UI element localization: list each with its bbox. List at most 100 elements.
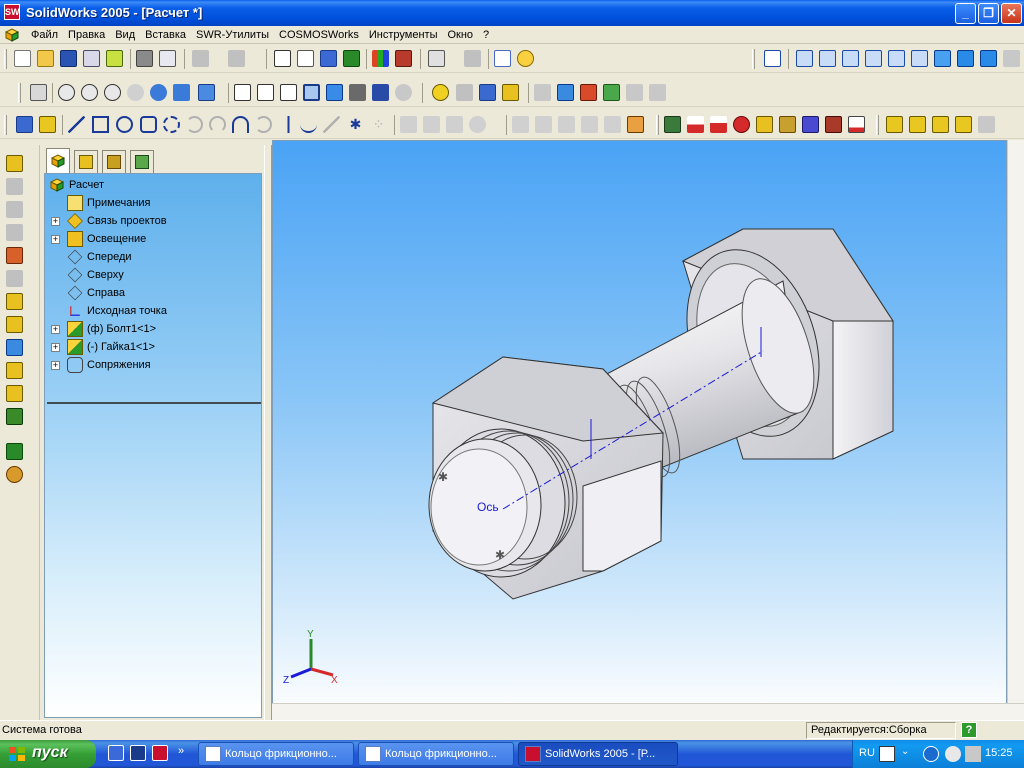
- select-arrow-icon[interactable]: [274, 50, 291, 67]
- save-quicklaunch-icon[interactable]: [130, 745, 146, 761]
- expand-icon[interactable]: +: [51, 235, 60, 244]
- taskbar-task[interactable]: Кольцо фрикционно...: [198, 742, 354, 766]
- move-sketch-icon[interactable]: [535, 116, 552, 133]
- solidworks-quicklaunch-icon[interactable]: [152, 745, 168, 761]
- edit-part-icon[interactable]: [6, 224, 23, 241]
- texture-icon[interactable]: [395, 50, 412, 67]
- rotate-sketch-icon[interactable]: [558, 116, 575, 133]
- dimetric-view-icon[interactable]: [980, 50, 997, 67]
- results-icon[interactable]: [802, 116, 819, 133]
- tab-cosmos[interactable]: [130, 150, 154, 174]
- tab-configuration-manager[interactable]: [102, 150, 126, 174]
- tree-item[interactable]: + (-) Гайка1<1>: [45, 338, 261, 356]
- print-preview-icon[interactable]: [159, 50, 176, 67]
- centerpoint-arc-icon[interactable]: [209, 116, 226, 133]
- tab-property-manager[interactable]: [74, 150, 98, 174]
- swr-utility-3-icon[interactable]: [932, 116, 949, 133]
- trim-icon[interactable]: [400, 116, 417, 133]
- force-icon[interactable]: [710, 116, 727, 133]
- tray-arrow-icon[interactable]: ⌄: [901, 746, 917, 762]
- rollback-bar[interactable]: [47, 402, 261, 404]
- options-icon[interactable]: [464, 50, 481, 67]
- front-view-icon[interactable]: [796, 50, 813, 67]
- tree-item[interactable]: Примечания: [45, 194, 261, 212]
- help-icon[interactable]: [517, 50, 534, 67]
- make-assembly-icon[interactable]: [106, 50, 123, 67]
- toolbar-grip[interactable]: [4, 49, 7, 69]
- offset-icon[interactable]: [323, 116, 340, 133]
- exploded-view-icon[interactable]: [6, 339, 23, 356]
- move-component-icon[interactable]: [6, 270, 23, 287]
- undo-icon[interactable]: [192, 50, 209, 67]
- tree-item[interactable]: + Освещение: [45, 230, 261, 248]
- properties-icon[interactable]: [494, 50, 511, 67]
- trimetric-view-icon[interactable]: [957, 50, 974, 67]
- menu-item-5[interactable]: COSMOSWorks: [274, 28, 364, 42]
- section-view-icon[interactable]: [479, 84, 496, 101]
- show-desktop-icon[interactable]: [108, 745, 124, 761]
- zoom-window-icon[interactable]: [81, 84, 98, 101]
- tree-item[interactable]: + Сопряжения: [45, 356, 261, 374]
- plot-icon[interactable]: [825, 116, 842, 133]
- explode-line-icon[interactable]: [6, 362, 23, 379]
- hidden-lines-removed-icon[interactable]: [280, 84, 297, 101]
- minimize-button[interactable]: _: [955, 3, 976, 24]
- help-tray-icon[interactable]: [879, 746, 895, 762]
- point-icon[interactable]: ✱: [347, 116, 364, 133]
- document-menu-icon[interactable]: [4, 27, 20, 43]
- polygon-tool-icon[interactable]: [140, 116, 157, 133]
- open-folder-icon[interactable]: [37, 50, 54, 67]
- mirror-icon[interactable]: [512, 116, 529, 133]
- vertical-scrollbar[interactable]: [1007, 140, 1024, 703]
- interference-icon[interactable]: [603, 84, 620, 101]
- realview-icon[interactable]: [395, 84, 412, 101]
- report-icon[interactable]: [649, 84, 666, 101]
- chamfer-sketch-icon[interactable]: [469, 116, 486, 133]
- axis-label[interactable]: Ось: [477, 500, 499, 514]
- shadows-icon[interactable]: [349, 84, 366, 101]
- hide-show-icon[interactable]: [6, 178, 23, 195]
- restraints-icon[interactable]: [687, 116, 704, 133]
- tangent-arc-icon[interactable]: [186, 116, 203, 133]
- new-document-icon[interactable]: [14, 50, 31, 67]
- pan-icon[interactable]: [173, 84, 190, 101]
- back-view-icon[interactable]: [819, 50, 836, 67]
- swr-utility-4-icon[interactable]: [955, 116, 972, 133]
- menu-item-7[interactable]: Окно: [442, 28, 478, 42]
- menu-item-0[interactable]: Файл: [26, 28, 63, 42]
- maximize-button[interactable]: ❐: [978, 3, 999, 24]
- traffic-light-icon[interactable]: [343, 50, 360, 67]
- draw-line-icon[interactable]: [534, 84, 551, 101]
- spline-icon[interactable]: [300, 116, 317, 133]
- text-sketch-icon[interactable]: ⁘: [370, 116, 387, 133]
- tree-item[interactable]: Спереди: [45, 248, 261, 266]
- rotate-view-icon[interactable]: [150, 84, 167, 101]
- ellipse-icon[interactable]: [255, 116, 272, 133]
- view-arrow-icon[interactable]: [1003, 50, 1020, 67]
- tree-item[interactable]: Исходная точка: [45, 302, 261, 320]
- list-icon[interactable]: [456, 84, 473, 101]
- right-view-icon[interactable]: [865, 50, 882, 67]
- close-button[interactable]: ✕: [1001, 3, 1022, 24]
- circle-tool-icon[interactable]: [116, 116, 133, 133]
- run-analysis-icon[interactable]: [779, 116, 796, 133]
- zoom-to-fit-icon[interactable]: [58, 84, 75, 101]
- search-icon[interactable]: [432, 84, 449, 101]
- tray-back-icon[interactable]: [923, 746, 939, 762]
- toolbar-grip[interactable]: [18, 83, 21, 103]
- quick-tips-icon[interactable]: ?: [961, 722, 977, 738]
- panel-splitter[interactable]: [264, 145, 272, 720]
- expand-icon[interactable]: +: [51, 325, 60, 334]
- cosmos-study-icon[interactable]: [664, 116, 681, 133]
- toolbar-grip[interactable]: [876, 115, 879, 135]
- stamp-icon[interactable]: [626, 84, 643, 101]
- material-icon[interactable]: [733, 116, 750, 133]
- color-palette-icon[interactable]: [372, 50, 389, 67]
- rotate-component-icon[interactable]: [6, 293, 23, 310]
- view-orientation-icon[interactable]: [198, 84, 215, 101]
- pen-tool-icon[interactable]: [30, 84, 47, 101]
- swr-utility-2-icon[interactable]: [909, 116, 926, 133]
- rectangle-tool-icon[interactable]: [92, 116, 109, 133]
- arc-tool-icon[interactable]: [163, 116, 180, 133]
- expand-icon[interactable]: +: [51, 361, 60, 370]
